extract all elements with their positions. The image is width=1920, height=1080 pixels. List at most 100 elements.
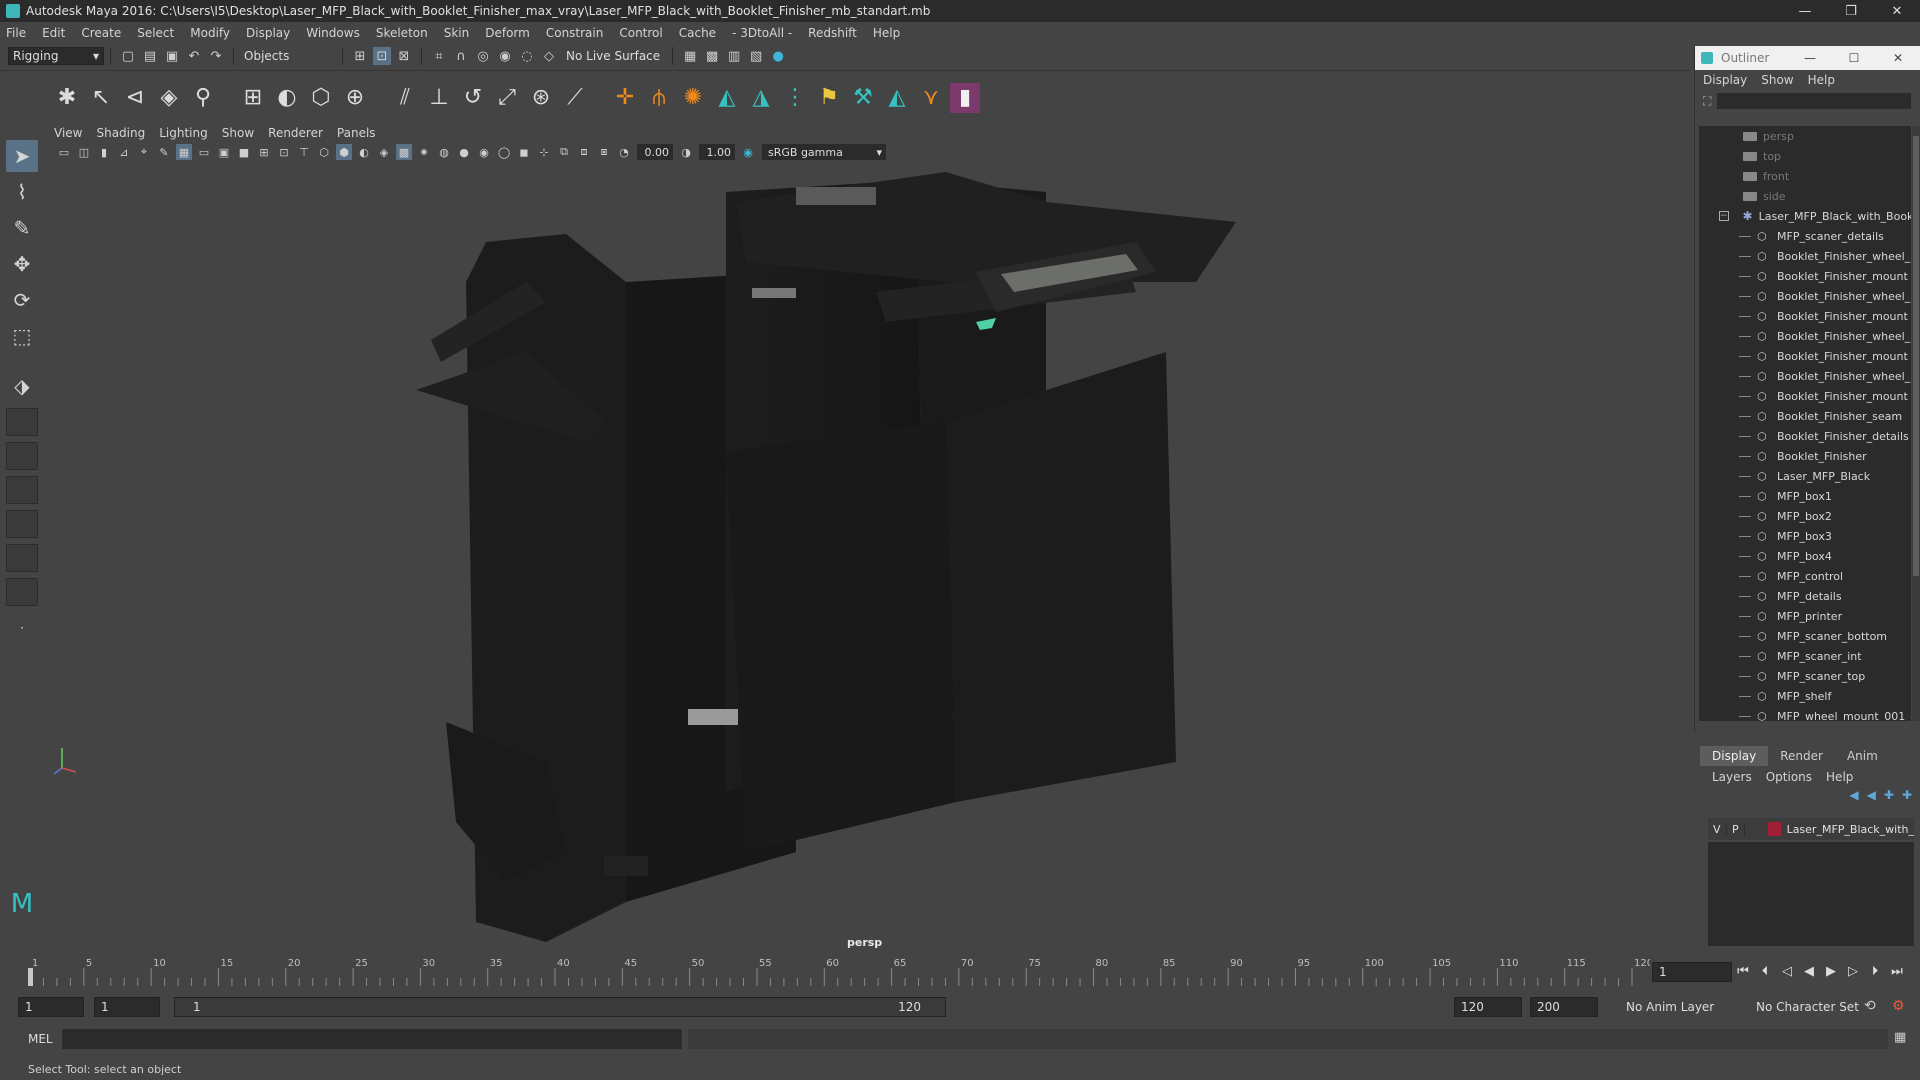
list-item[interactable]: ⬡ Booklet_Finisher_wheel_ — [1699, 366, 1911, 386]
tab-render[interactable]: Render — [1768, 746, 1835, 766]
go-to-end-icon[interactable]: ⏭ — [1886, 964, 1908, 979]
gate-mask-icon[interactable]: ■ — [236, 144, 252, 160]
film-gate-icon[interactable]: ▭ — [196, 144, 212, 160]
rotate-tool-icon[interactable]: ⟳ — [6, 284, 38, 316]
locator-icon[interactable]: ✛ — [610, 83, 640, 113]
gamma-field[interactable]: 1.00 — [699, 144, 735, 160]
blend-shape-icon[interactable]: ◭ — [712, 83, 742, 113]
safe-action-icon[interactable]: ⊡ — [276, 144, 292, 160]
viewport-menu-lighting[interactable]: Lighting — [159, 126, 208, 140]
step-forward-frame-icon[interactable]: ▷ — [1842, 964, 1864, 979]
use-default-material-icon[interactable]: ◐ — [356, 144, 372, 160]
smooth-bind-icon[interactable]: ◐ — [272, 83, 302, 113]
wireframe-icon[interactable]: ⬡ — [316, 144, 332, 160]
live-surface-label[interactable]: No Live Surface — [566, 49, 660, 63]
snap-point-icon[interactable]: ◎ — [474, 47, 492, 65]
menu-windows[interactable]: Windows — [306, 26, 360, 40]
start-time-field[interactable]: 1 — [18, 997, 84, 1017]
list-item[interactable]: ⬡ MFP_control — [1699, 566, 1911, 586]
playback-end-field[interactable]: 120 — [1454, 997, 1522, 1017]
auto-key-icon[interactable]: ⟲ — [1864, 998, 1876, 1014]
move-layer-up-icon[interactable]: ◀ — [1849, 788, 1858, 808]
paint-weights-icon[interactable]: ⊕ — [340, 83, 370, 113]
pole-vector-icon[interactable]: ⟋ — [560, 83, 590, 113]
single-view-layout-icon[interactable] — [6, 408, 38, 436]
shadows-icon[interactable]: ◍ — [436, 144, 452, 160]
filter-icon[interactable]: ⛶ — [1703, 94, 1711, 109]
list-item[interactable]: ⬡ Booklet_Finisher_wheel_ — [1699, 326, 1911, 346]
smooth-shade-icon[interactable]: ⬢ — [336, 144, 352, 160]
scale-tool-icon[interactable]: ⬚ — [6, 320, 38, 352]
persp-graph-layout-icon[interactable] — [6, 510, 38, 538]
snap-grid-icon[interactable]: ⌗ — [430, 47, 448, 65]
list-item[interactable]: ⬡ MFP_scaner_top — [1699, 666, 1911, 686]
four-view-layout-icon[interactable] — [6, 442, 38, 470]
tab-display[interactable]: Display — [1700, 746, 1769, 766]
layer-row[interactable]: V P Laser_MFP_Black_with_ — [1708, 818, 1914, 840]
screen-space-ao-icon[interactable]: ● — [456, 144, 472, 160]
parent-constraint-icon[interactable]: ⫽ — [390, 83, 420, 113]
wrap-deformer-icon[interactable]: ◮ — [746, 83, 776, 113]
exposure-icon[interactable]: ◔ — [616, 144, 632, 160]
outliner-search-input[interactable] — [1717, 93, 1912, 109]
list-item[interactable]: ⬡ Booklet_Finisher_wheel_ — [1699, 246, 1911, 266]
list-item[interactable]: ⬡ Booklet_Finisher_seam — [1699, 406, 1911, 426]
step-back-key-icon[interactable]: ⏴ — [1754, 964, 1776, 979]
list-item[interactable]: side — [1699, 186, 1911, 206]
snap-surface-icon[interactable]: ◌ — [518, 47, 536, 65]
step-forward-key-icon[interactable]: ⏵ — [1864, 964, 1886, 979]
menu-skin[interactable]: Skin — [444, 26, 470, 40]
custom-layout-icon[interactable] — [6, 578, 38, 606]
play-forward-icon[interactable]: ▶ — [1820, 964, 1842, 979]
time-slider[interactable]: 1 5 10 15 20 25 30 35 40 45 50 55 60 65 70 75 80 85 90 95 10… — [20, 956, 1653, 986]
vertex-deformer-icon[interactable]: ⋎ — [916, 83, 946, 113]
save-scene-icon[interactable]: ▣ — [163, 47, 181, 65]
cluster-icon[interactable]: ⫛ — [644, 83, 674, 113]
move-layer-down-icon[interactable]: ◀ — [1867, 788, 1876, 808]
hypershade-layout-icon[interactable] — [6, 544, 38, 572]
selection-mode-dropdown[interactable]: Objects — [240, 47, 336, 65]
playback-start-field[interactable]: 1 — [94, 997, 160, 1017]
paint-select-icon[interactable]: ✎ — [6, 212, 38, 244]
list-item[interactable]: ⬡ MFP_box1 — [1699, 486, 1911, 506]
list-item[interactable]: ⬡ Booklet_Finisher_mount — [1699, 346, 1911, 366]
bookmark-icon[interactable]: ▮ — [96, 144, 112, 160]
menuset-dropdown[interactable]: Rigging ▾ — [8, 47, 104, 65]
field-chart-icon[interactable]: ⊞ — [256, 144, 272, 160]
menu-select[interactable]: Select — [137, 26, 174, 40]
render-frame-icon[interactable]: ▩ — [703, 47, 721, 65]
list-item[interactable]: ⬡ MFP_scaner_int — [1699, 646, 1911, 666]
depth-of-field-icon[interactable]: ◼ — [516, 144, 532, 160]
menu-constrain[interactable]: Constrain — [546, 26, 604, 40]
show-manipulator-icon[interactable]: ⬗ — [6, 370, 38, 402]
menu-3dtoall[interactable]: - 3DtoAll - — [732, 26, 792, 40]
lasso-tool-icon[interactable]: ⌇ — [6, 176, 38, 208]
multisample-aa-icon[interactable]: ◯ — [496, 144, 512, 160]
isolate-select-icon[interactable]: ⊹ — [536, 144, 552, 160]
snap-curve-icon[interactable]: ∩ — [452, 47, 470, 65]
layer-visibility-toggle[interactable]: V — [1708, 822, 1727, 836]
list-item[interactable]: ⬡ Booklet_Finisher_mount — [1699, 386, 1911, 406]
open-scene-icon[interactable]: ▤ — [141, 47, 159, 65]
step-back-frame-icon[interactable]: ◁ — [1776, 964, 1798, 979]
viewport-menu-view[interactable]: View — [54, 126, 82, 140]
close-button[interactable]: ✕ — [1874, 0, 1920, 22]
skeleton-icon[interactable]: ⚒ — [848, 83, 878, 113]
list-item[interactable]: ⬡ Booklet_Finisher_mount — [1699, 266, 1911, 286]
camera-select-icon[interactable]: ▭ — [56, 144, 72, 160]
new-scene-icon[interactable]: ▢ — [119, 47, 137, 65]
viewport-menu-renderer[interactable]: Renderer — [268, 126, 323, 140]
outliner-close-button[interactable]: ✕ — [1876, 46, 1920, 70]
list-item[interactable]: front — [1699, 166, 1911, 186]
orient-joint-icon[interactable]: ⚲ — [188, 83, 218, 113]
outliner-menu-show[interactable]: Show — [1761, 73, 1793, 87]
tab-anim[interactable]: Anim — [1835, 746, 1890, 766]
menu-control[interactable]: Control — [619, 26, 662, 40]
move-tool-icon[interactable]: ✥ — [6, 248, 38, 280]
outliner-scrollbar[interactable] — [1912, 126, 1920, 721]
viewport-menu-panels[interactable]: Panels — [337, 126, 376, 140]
outliner-menu-help[interactable]: Help — [1808, 73, 1835, 87]
menu-skeleton[interactable]: Skeleton — [376, 26, 428, 40]
menu-redshift[interactable]: Redshift — [808, 26, 857, 40]
snap-view-icon[interactable]: ◉ — [496, 47, 514, 65]
